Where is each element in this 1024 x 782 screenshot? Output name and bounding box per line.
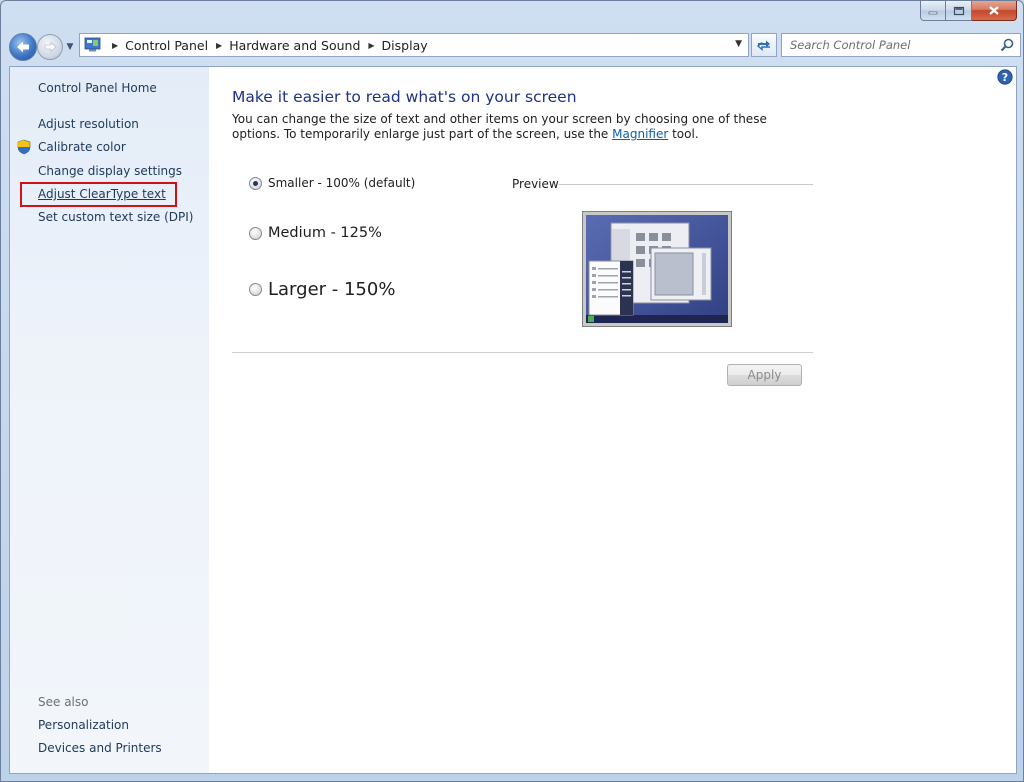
close-icon [989, 6, 999, 15]
search-box[interactable] [781, 33, 1021, 57]
adjust-cleartype-text-link[interactable]: Adjust ClearType text [38, 187, 166, 201]
radio-larger[interactable] [249, 283, 262, 296]
chevron-right-icon: ▶ [112, 40, 119, 50]
forward-button[interactable] [37, 34, 63, 60]
address-bar[interactable]: ▶ Control Panel ▶ Hardware and Sound ▶ D… [79, 33, 749, 57]
see-also-heading: See also [38, 695, 89, 709]
minimize-button[interactable] [920, 1, 946, 21]
option-medium[interactable]: Medium - 125% [249, 225, 382, 241]
search-input[interactable] [782, 35, 998, 55]
option-larger-label[interactable]: Larger - 150% [268, 279, 395, 300]
change-display-settings-link[interactable]: Change display settings [38, 164, 182, 178]
main-panel: ? Make it easier to read what's on your … [209, 67, 1016, 773]
maximize-button[interactable] [946, 1, 972, 21]
adjust-resolution-link[interactable]: Adjust resolution [38, 117, 139, 131]
preview-divider [559, 184, 813, 185]
devices-and-printers-link[interactable]: Devices and Printers [38, 741, 162, 755]
calibrate-color-link[interactable]: Calibrate color [38, 140, 126, 154]
preview-image [582, 211, 732, 327]
display-control-panel-window: ▼ ▶ Control Panel ▶ Hardware and Sound ▶… [0, 0, 1024, 782]
arrow-right-icon [44, 41, 57, 53]
preview-label: Preview [512, 177, 559, 191]
breadcrumb-control-panel[interactable]: Control Panel [125, 38, 208, 53]
option-larger[interactable]: Larger - 150% [249, 279, 395, 300]
breadcrumb-display[interactable]: Display [382, 38, 428, 53]
page-description: You can change the size of text and othe… [232, 112, 792, 142]
apply-button[interactable]: Apply [727, 364, 802, 386]
radio-selected-dot [253, 180, 258, 186]
set-custom-text-size-link[interactable]: Set custom text size (DPI) [38, 210, 193, 224]
magnifier-link[interactable]: Magnifier [612, 127, 668, 141]
personalization-link[interactable]: Personalization [38, 718, 129, 732]
option-medium-label[interactable]: Medium - 125% [268, 225, 382, 241]
close-button[interactable] [972, 1, 1017, 21]
recent-pages-dropdown[interactable]: ▼ [63, 37, 77, 57]
caption-buttons [920, 1, 1017, 21]
content-area: Control Panel Home Adjust resolution Cal… [9, 66, 1017, 774]
help-icon[interactable]: ? [997, 69, 1013, 85]
radio-medium[interactable] [249, 226, 262, 240]
maximize-icon [953, 6, 964, 15]
content-divider [232, 352, 813, 353]
control-panel-home-link[interactable]: Control Panel Home [38, 81, 157, 95]
address-history-dropdown-icon[interactable]: ▼ [735, 39, 742, 49]
shield-icon [17, 139, 31, 155]
control-panel-icon [84, 37, 101, 52]
description-text-end: tool. [668, 127, 699, 141]
minimize-icon [928, 11, 938, 14]
back-button[interactable] [9, 33, 37, 61]
chevron-right-icon[interactable]: ▶ [368, 41, 374, 50]
page-title: Make it easier to read what's on your sc… [232, 88, 577, 106]
breadcrumb-hardware-and-sound[interactable]: Hardware and Sound [229, 38, 360, 53]
arrow-left-icon [17, 41, 29, 53]
chevron-right-icon[interactable]: ▶ [216, 41, 222, 50]
option-smaller-label[interactable]: Smaller - 100% (default) [268, 176, 415, 190]
breadcrumb: ▶ Control Panel ▶ Hardware and Sound ▶ D… [104, 38, 428, 53]
refresh-icon [756, 40, 770, 52]
svg-text:?: ? [1002, 71, 1008, 84]
task-pane: Control Panel Home Adjust resolution Cal… [10, 67, 209, 773]
refresh-button[interactable] [751, 33, 777, 57]
chevron-down-icon: ▼ [66, 42, 74, 52]
option-smaller[interactable]: Smaller - 100% (default) [249, 176, 415, 190]
radio-smaller[interactable] [249, 176, 262, 190]
navigation-bar: ▼ ▶ Control Panel ▶ Hardware and Sound ▶… [9, 31, 1021, 63]
search-icon[interactable] [998, 36, 1016, 54]
